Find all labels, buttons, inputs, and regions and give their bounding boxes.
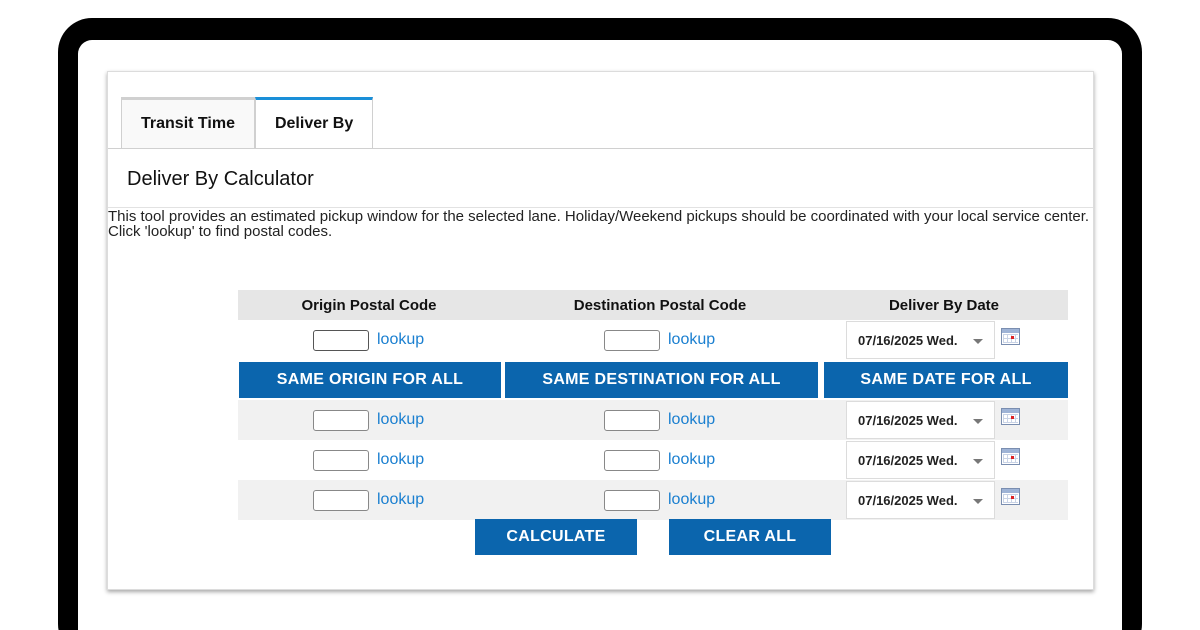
origin-postal-input[interactable] (313, 489, 369, 511)
destination-cell: lookup (500, 409, 820, 431)
header-origin: Origin Postal Code (301, 296, 437, 314)
description-text: This tool provides an estimated pickup w… (108, 208, 1090, 240)
date-value: 07/16/2025 Wed. (858, 332, 958, 348)
chevron-down-icon (973, 459, 983, 464)
destination-postal-input[interactable] (604, 409, 660, 431)
origin-lookup-link[interactable]: lookup (377, 451, 424, 469)
origin-cell: lookup (238, 329, 500, 351)
same-date-for-all-button[interactable]: SAME DATE FOR ALL (824, 362, 1068, 398)
origin-lookup-link[interactable]: lookup (377, 331, 424, 349)
page-title: Deliver By Calculator (127, 168, 314, 190)
destination-postal-input[interactable] (604, 329, 660, 351)
chevron-down-icon (973, 419, 983, 424)
destination-lookup-link[interactable]: lookup (668, 331, 715, 349)
header-destination: Destination Postal Code (573, 296, 747, 314)
deliver-by-date-select[interactable]: 07/16/2025 Wed. (846, 321, 995, 359)
destination-lookup-link[interactable]: lookup (668, 451, 715, 469)
origin-cell: lookup (238, 449, 500, 471)
bulk-button-row: SAME ORIGIN FOR ALL SAME DESTINATION FOR… (238, 360, 1068, 400)
origin-lookup-link[interactable]: lookup (377, 411, 424, 429)
destination-cell: lookup (500, 489, 820, 511)
lane-row: lookup lookup 07/16/2025 Wed. (238, 400, 1068, 440)
date-cell: 07/16/2025 Wed. (820, 321, 1068, 359)
date-value: 07/16/2025 Wed. (858, 452, 958, 468)
grid-header: Origin Postal Code Destination Postal Co… (238, 290, 1068, 320)
lane-row: lookup lookup 07/16/2025 Wed. (238, 480, 1068, 520)
calendar-icon[interactable] (1001, 447, 1020, 465)
destination-postal-input[interactable] (604, 449, 660, 471)
destination-lookup-link[interactable]: lookup (668, 491, 715, 509)
chevron-down-icon (973, 499, 983, 504)
calendar-icon[interactable] (1001, 327, 1020, 345)
tab-divider (108, 148, 1093, 149)
header-deliver-by-date: Deliver By Date (888, 296, 1000, 314)
origin-lookup-link[interactable]: lookup (377, 491, 424, 509)
lane-grid: Origin Postal Code Destination Postal Co… (238, 290, 1068, 520)
deliver-by-date-select[interactable]: 07/16/2025 Wed. (846, 401, 995, 439)
destination-postal-input[interactable] (604, 489, 660, 511)
origin-postal-input[interactable] (313, 329, 369, 351)
date-cell: 07/16/2025 Wed. (820, 441, 1068, 479)
chevron-down-icon (973, 339, 983, 344)
date-cell: 07/16/2025 Wed. (820, 481, 1068, 519)
calculate-button[interactable]: CALCULATE (475, 519, 637, 555)
destination-cell: lookup (500, 449, 820, 471)
calendar-icon[interactable] (1001, 407, 1020, 425)
same-origin-for-all-button[interactable]: SAME ORIGIN FOR ALL (239, 362, 501, 398)
deliver-by-date-select[interactable]: 07/16/2025 Wed. (846, 481, 995, 519)
date-cell: 07/16/2025 Wed. (820, 401, 1068, 439)
calculator-panel: Transit Time Deliver By Deliver By Calcu… (107, 71, 1094, 590)
same-destination-for-all-button[interactable]: SAME DESTINATION FOR ALL (505, 362, 818, 398)
deliver-by-date-select[interactable]: 07/16/2025 Wed. (846, 441, 995, 479)
lane-row: lookup lookup 07/16/2025 Wed. (238, 440, 1068, 480)
calendar-icon[interactable] (1001, 487, 1020, 505)
origin-cell: lookup (238, 409, 500, 431)
origin-cell: lookup (238, 489, 500, 511)
origin-postal-input[interactable] (313, 409, 369, 431)
action-button-row: CALCULATE CLEAR ALL (475, 519, 831, 555)
date-value: 07/16/2025 Wed. (858, 412, 958, 428)
destination-lookup-link[interactable]: lookup (668, 411, 715, 429)
lane-row: lookup lookup 07/16/2025 Wed. (238, 320, 1068, 360)
destination-cell: lookup (500, 329, 820, 351)
clear-all-button[interactable]: CLEAR ALL (669, 519, 831, 555)
date-value: 07/16/2025 Wed. (858, 492, 958, 508)
tab-deliver-by[interactable]: Deliver By (254, 97, 374, 148)
tab-bar: Transit Time Deliver By (121, 97, 374, 148)
origin-postal-input[interactable] (313, 449, 369, 471)
tab-transit-time[interactable]: Transit Time (121, 97, 255, 148)
